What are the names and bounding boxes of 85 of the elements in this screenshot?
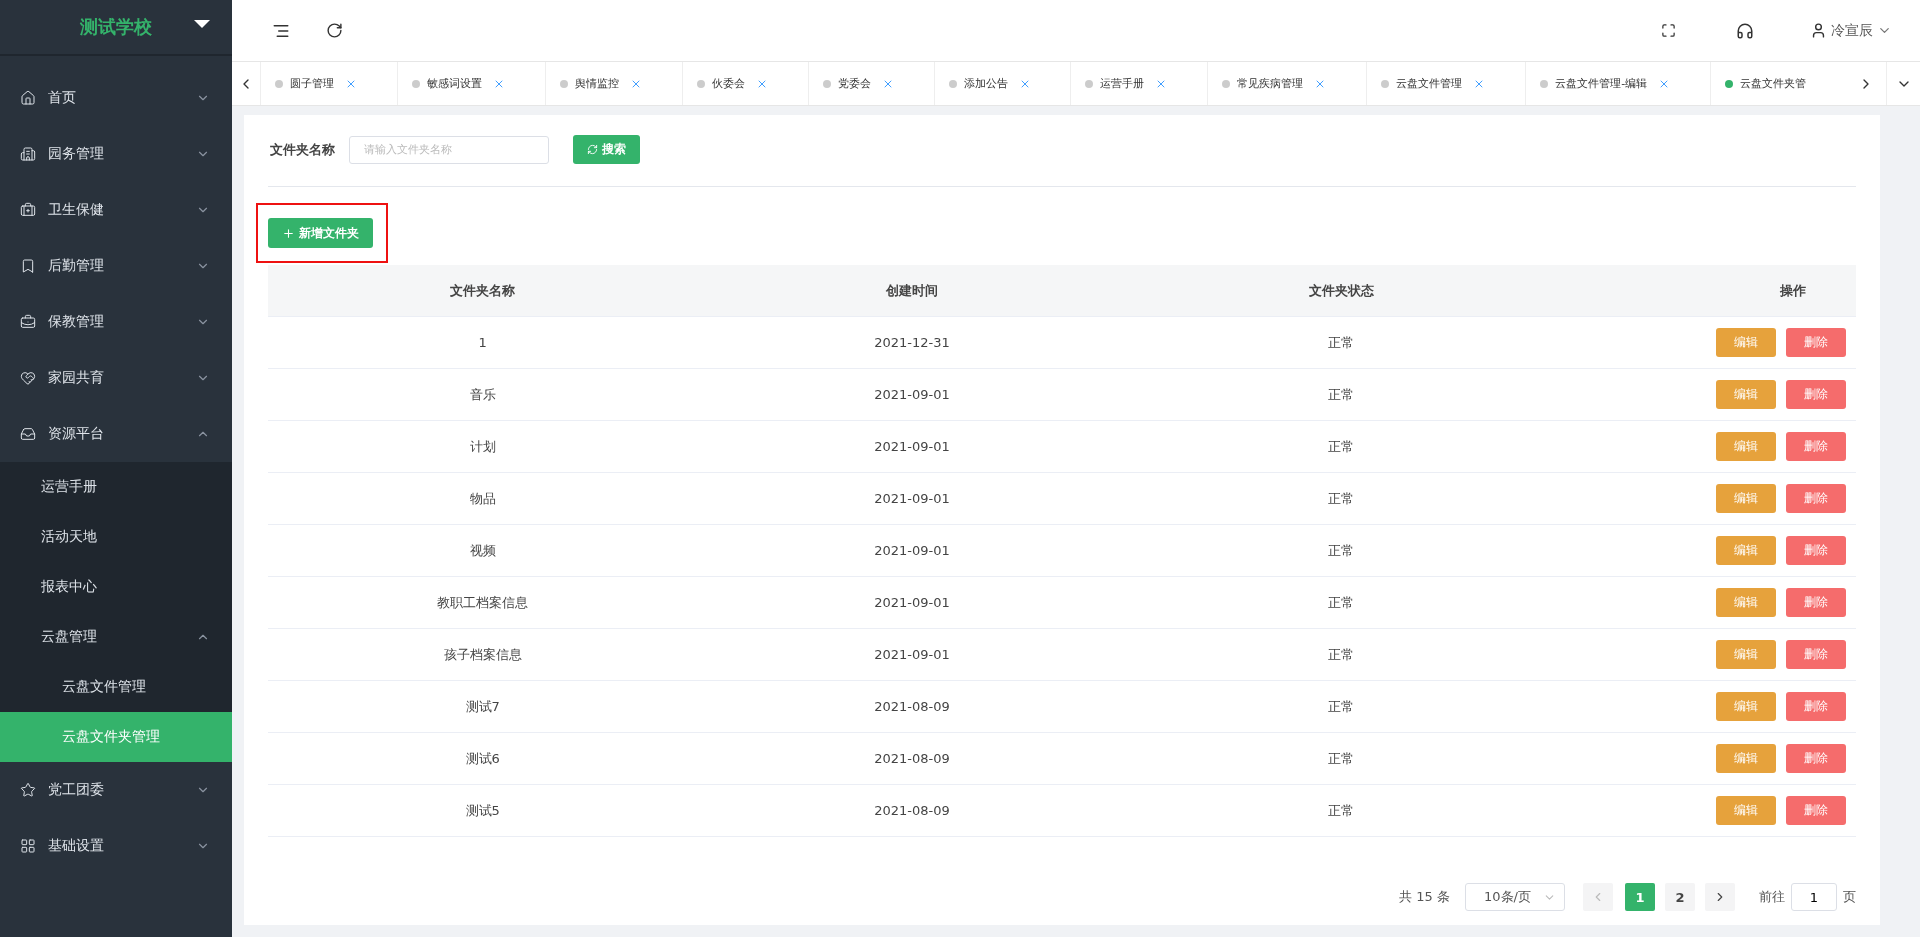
- table-cell-text: 计划: [468, 437, 497, 456]
- tab[interactable]: 云盘文件管理-编辑: [1525, 62, 1711, 105]
- sidebar-item[interactable]: 资源平台: [0, 406, 232, 462]
- tab[interactable]: 舆情监控: [544, 62, 682, 105]
- next-page-button[interactable]: [1705, 883, 1735, 911]
- table-cell-text: 正常: [1327, 541, 1356, 560]
- table-cell-text: 2021-09-01: [873, 647, 951, 662]
- tab[interactable]: 常见疾病管理: [1207, 62, 1367, 105]
- table-cell-text: 2021-09-01: [873, 543, 951, 558]
- table-cell-text: 2021-09-01: [873, 439, 951, 454]
- column-header: 创建时间: [885, 281, 939, 300]
- grid-icon: [20, 838, 36, 854]
- tab[interactable]: 云盘文件管理: [1366, 62, 1526, 105]
- table-cell-text: 2021-09-01: [873, 491, 951, 506]
- page-suffix: 页: [1843, 888, 1856, 906]
- user-icon: [1810, 22, 1827, 39]
- table-cell-text: 测试5: [464, 801, 501, 820]
- sidebar-item[interactable]: 云盘文件管理: [0, 662, 232, 712]
- sidebar-item[interactable]: 家园共育: [0, 350, 232, 406]
- school-name: 测试学校: [80, 15, 152, 39]
- tab[interactable]: 添加公告: [933, 62, 1071, 105]
- sidebar-item[interactable]: 首页: [0, 70, 232, 126]
- table-cell-text: 物品: [468, 489, 497, 508]
- tab[interactable]: 党委会: [807, 62, 934, 105]
- table-cell-text: 正常: [1327, 385, 1356, 404]
- table-cell-text: 正常: [1327, 697, 1356, 716]
- refresh-icon: [587, 144, 598, 155]
- total-count: 共 15 条: [1399, 888, 1450, 906]
- sidebar-item[interactable]: 云盘管理: [0, 612, 232, 662]
- table-cell-text: 正常: [1327, 437, 1356, 456]
- page-button[interactable]: 2: [1665, 883, 1695, 911]
- goto-label: 前往: [1759, 888, 1785, 906]
- table-cell-text: 测试6: [464, 749, 501, 768]
- table-cell-text: 2021-08-09: [873, 751, 951, 766]
- table-cell-text: 1: [477, 335, 488, 350]
- table-cell-text: 2021-08-09: [873, 803, 951, 818]
- column-header: 操作: [1779, 281, 1807, 300]
- building-icon: [20, 146, 36, 162]
- table-cell-text: 2021-09-01: [873, 387, 951, 402]
- tab[interactable]: 云盘文件夹管: [1710, 62, 1846, 105]
- table-cell-text: 2021-12-31: [873, 335, 951, 350]
- table-cell-text: 正常: [1327, 801, 1356, 820]
- sidebar-item[interactable]: 基础设置: [0, 818, 232, 874]
- table-cell-text: 测试7: [464, 697, 501, 716]
- column-header: 文件夹状态: [1307, 281, 1375, 300]
- sidebar-item[interactable]: 党工团委: [0, 762, 232, 818]
- page-field[interactable]: 1: [1791, 883, 1837, 911]
- headset-icon[interactable]: [1736, 21, 1754, 40]
- inbox-icon: [20, 426, 36, 442]
- page-size-select[interactable]: 10条/页: [1465, 883, 1565, 911]
- briefcase-icon: [20, 314, 36, 330]
- table-cell-text: 教职工档案信息: [436, 593, 530, 612]
- sidebar-item[interactable]: 卫生保健: [0, 182, 232, 238]
- folder-name-field[interactable]: 请输入文件夹名称: [349, 135, 549, 164]
- sidebar-item[interactable]: 保教管理: [0, 294, 232, 350]
- refresh-icon[interactable]: [326, 22, 343, 39]
- tab[interactable]: 敏感词设置: [396, 62, 545, 105]
- tab[interactable]: 运营手册: [1070, 62, 1208, 105]
- sidebar-item[interactable]: 园务管理: [0, 126, 232, 182]
- sidebar-item[interactable]: 活动天地: [0, 512, 232, 562]
- column-header: 文件夹名称: [449, 281, 517, 300]
- table-cell-text: 2021-08-09: [873, 699, 951, 714]
- table-cell-text: 正常: [1327, 593, 1356, 612]
- bookmark-icon: [20, 258, 36, 274]
- plus-icon: [282, 226, 295, 240]
- fullscreen-icon[interactable]: [1661, 23, 1676, 38]
- star-icon: [20, 782, 36, 798]
- medical-kit-icon: [20, 202, 36, 218]
- tab[interactable]: 圆子管理: [260, 62, 397, 105]
- table-cell-text: 正常: [1327, 489, 1356, 508]
- table-cell-text: 2021-09-01: [873, 595, 951, 610]
- table-cell-text: 视频: [468, 541, 497, 560]
- home-icon: [20, 90, 36, 106]
- table-cell-text: 正常: [1327, 333, 1356, 352]
- table-cell-text: 正常: [1327, 645, 1356, 664]
- table-cell-text: 正常: [1327, 749, 1356, 768]
- tab[interactable]: 伙委会: [681, 62, 808, 105]
- user-name[interactable]: 冷宣辰: [1831, 21, 1873, 40]
- sidebar-item[interactable]: 运营手册: [0, 462, 232, 512]
- caret-icon[interactable]: [194, 20, 210, 28]
- table-cell-text: 音乐: [468, 385, 497, 404]
- table-cell-text: 孩子档案信息: [442, 645, 523, 664]
- sidebar-item[interactable]: 报表中心: [0, 562, 232, 612]
- filter-label: 文件夹名称: [270, 140, 335, 159]
- sidebar-item[interactable]: 后勤管理: [0, 238, 232, 294]
